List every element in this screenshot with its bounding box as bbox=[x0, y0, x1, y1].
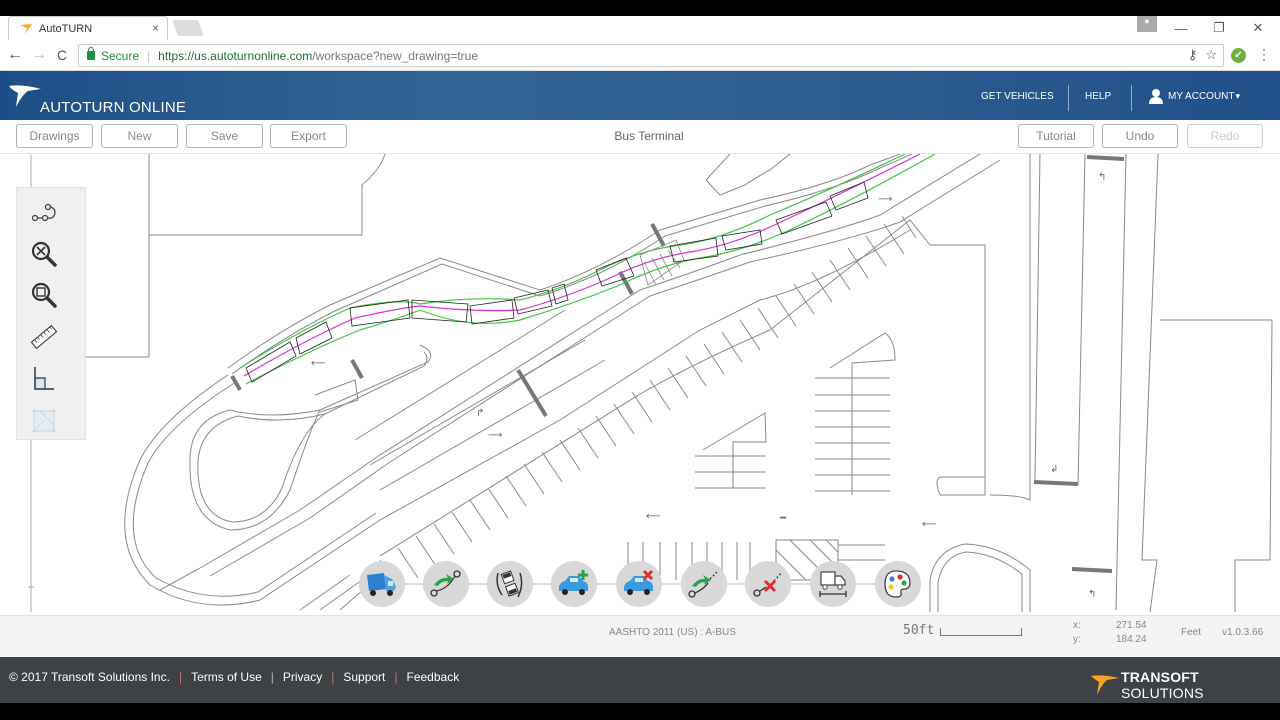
checkmark-extension-icon[interactable]: ✔ bbox=[1231, 48, 1246, 63]
select-vehicle-button[interactable] bbox=[359, 561, 405, 607]
vehicle-label: AASHTO 2011 (US) : A-BUS bbox=[609, 627, 736, 638]
key-icon[interactable]: ⚷ bbox=[1188, 47, 1198, 63]
vehicle-dimensions-icon bbox=[819, 571, 847, 597]
vehicle-toolbar-connector bbox=[382, 583, 898, 585]
drawing-title: Bus Terminal bbox=[614, 129, 684, 143]
transoft-logo: TRANSOFT SOLUTIONS bbox=[1090, 669, 1280, 701]
new-tab-button[interactable] bbox=[172, 20, 204, 36]
scale-label: 50ft bbox=[903, 623, 935, 638]
screen: AutoTURN × ● — ❐ ✕ ← → C Secure | https:… bbox=[0, 0, 1280, 720]
browser-tabstrip: AutoTURN × ● — ❐ ✕ bbox=[0, 16, 1280, 40]
copyright-text: © 2017 Transoft Solutions Inc. bbox=[9, 670, 170, 684]
brand-bold: TRANSOFT bbox=[1120, 669, 1199, 685]
y-coordinate-value: 184.24 bbox=[1116, 634, 1147, 645]
reload-icon[interactable]: C bbox=[52, 46, 72, 66]
footer-divider: | bbox=[270, 670, 274, 684]
url-path: /workspace?new_drawing=true bbox=[312, 48, 479, 63]
export-button[interactable]: Export bbox=[270, 124, 347, 148]
chevron-down-icon: ▾ bbox=[1235, 90, 1241, 101]
window-close-icon[interactable]: ✕ bbox=[1240, 16, 1276, 40]
tutorial-button[interactable]: Tutorial bbox=[1018, 124, 1094, 148]
delete-vehicle-button[interactable] bbox=[616, 561, 662, 607]
save-button[interactable]: Save bbox=[186, 124, 263, 148]
footer-links: © 2017 Transoft Solutions Inc. | Terms o… bbox=[9, 670, 459, 684]
x-coordinate-value: 271.54 bbox=[1116, 620, 1147, 631]
footer-divider: | bbox=[331, 670, 335, 684]
delete-path-button[interactable] bbox=[745, 561, 791, 607]
version-label: v1.0.3.66 bbox=[1222, 627, 1264, 638]
back-arrow-icon[interactable]: ← bbox=[5, 46, 25, 66]
x-coordinate-label: x: bbox=[1073, 620, 1081, 631]
help-link[interactable]: HELP bbox=[1085, 91, 1111, 102]
footer-divider: | bbox=[178, 670, 183, 684]
profile-icon[interactable]: ● bbox=[1137, 16, 1157, 32]
forward-arrow-icon[interactable]: → bbox=[29, 46, 49, 66]
my-account-label: MY ACCOUNT bbox=[1168, 90, 1235, 102]
continue-path-button[interactable] bbox=[681, 561, 727, 607]
drawing-toolbar: Drawings New Save Export Bus Terminal Tu… bbox=[0, 120, 1280, 154]
minimize-icon[interactable]: — bbox=[1163, 16, 1199, 40]
lock-icon bbox=[87, 47, 95, 60]
delete-path-icon bbox=[753, 571, 783, 597]
scale-bar bbox=[940, 628, 1022, 636]
delete-vehicle-icon bbox=[624, 569, 654, 595]
address-bar[interactable]: Secure | https://us.autoturnonline.com/w… bbox=[78, 44, 1224, 67]
arc-path-button[interactable] bbox=[423, 561, 469, 607]
app-logo-text: AUTOTURN ONLINE bbox=[40, 99, 187, 116]
redo-button[interactable]: Redo bbox=[1187, 124, 1263, 148]
units-label: Feet bbox=[1181, 627, 1202, 638]
browser-tab[interactable]: AutoTURN × bbox=[8, 16, 168, 40]
autoturn-favicon bbox=[20, 23, 32, 34]
arc-path-icon bbox=[430, 570, 461, 597]
autoturn-logo-icon bbox=[9, 85, 41, 107]
privacy-link[interactable]: Privacy bbox=[283, 670, 322, 684]
page-footer: © 2017 Transoft Solutions Inc. | Terms o… bbox=[0, 657, 1280, 703]
feedback-link[interactable]: Feedback bbox=[407, 670, 460, 684]
terms-of-use-link[interactable]: Terms of Use bbox=[191, 670, 262, 684]
color-palette-icon bbox=[884, 570, 911, 598]
footer-divider: | bbox=[394, 670, 398, 684]
secure-label: Secure bbox=[101, 48, 140, 63]
status-bar: AASHTO 2011 (US) : A-BUS 50ft x: 271.54 … bbox=[0, 615, 1280, 657]
app-header: AUTOTURN ONLINE GET VEHICLES HELP MY ACC… bbox=[0, 71, 1280, 120]
drawing-canvas[interactable]: ⟵ ↱ ⟶ ⟵ ━ ⟵ ↰ ↲ ↰ ⟶ bbox=[0, 154, 1280, 615]
restore-icon[interactable]: ❐ bbox=[1201, 16, 1237, 40]
transoft-logo-icon bbox=[1091, 675, 1119, 695]
my-account-menu[interactable]: MY ACCOUNT ▾ bbox=[1148, 88, 1240, 104]
add-vehicle-button[interactable] bbox=[551, 561, 597, 607]
support-link[interactable]: Support bbox=[343, 670, 385, 684]
omnibox-separator: | bbox=[147, 48, 151, 63]
get-vehicles-link[interactable]: GET VEHICLES bbox=[981, 91, 1054, 102]
brand-light: SOLUTIONS bbox=[1120, 685, 1204, 701]
autoforward-path-button[interactable] bbox=[487, 561, 533, 607]
color-palette-button[interactable] bbox=[875, 561, 921, 607]
kebab-menu-icon[interactable]: ⋮ bbox=[1257, 46, 1271, 63]
autoforward-path-icon bbox=[496, 570, 523, 598]
y-coordinate-label: y: bbox=[1073, 634, 1081, 645]
tab-close-icon[interactable]: × bbox=[152, 21, 159, 35]
select-vehicle-icon bbox=[367, 573, 396, 596]
url-host: https://us.autoturnonline.com bbox=[158, 48, 313, 63]
tab-title: AutoTURN bbox=[39, 22, 93, 35]
vehicle-dimensions-button[interactable] bbox=[810, 561, 856, 607]
new-button[interactable]: New bbox=[101, 124, 178, 148]
user-icon bbox=[1149, 89, 1163, 104]
drawings-button[interactable]: Drawings bbox=[16, 124, 93, 148]
browser-address-row: ← → C Secure | https://us.autoturnonline… bbox=[0, 40, 1280, 71]
header-divider bbox=[1068, 85, 1069, 111]
undo-button[interactable]: Undo bbox=[1102, 124, 1178, 148]
header-divider bbox=[1131, 85, 1132, 111]
continue-path-icon bbox=[688, 570, 719, 598]
add-vehicle-icon bbox=[559, 570, 588, 595]
bookmark-star-icon[interactable]: ☆ bbox=[1205, 47, 1217, 63]
